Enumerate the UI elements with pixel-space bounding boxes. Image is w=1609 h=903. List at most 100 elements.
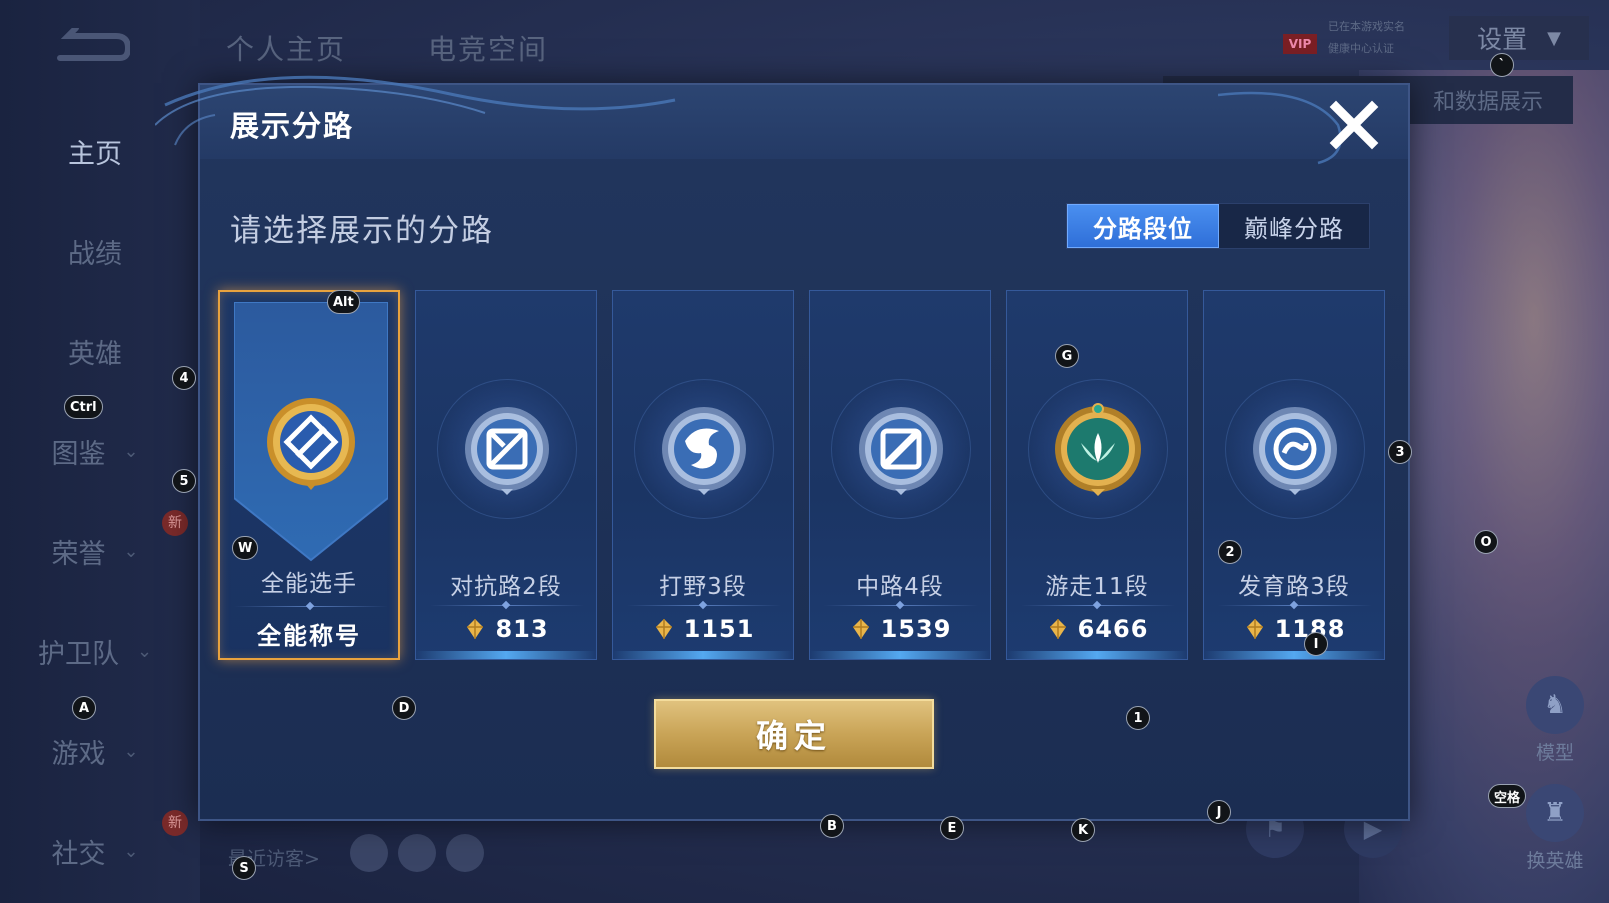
chevron-down-icon: ⌄: [123, 841, 139, 862]
lane-score: 1188: [1204, 615, 1384, 643]
key-hint: B: [820, 814, 844, 838]
tab-personal-home[interactable]: 个人主页: [226, 28, 346, 68]
sidebar-item-label: 荣誉: [51, 539, 106, 570]
lane-card-roam[interactable]: 游走11段 6466: [1006, 290, 1188, 660]
key-hint: 4: [172, 366, 196, 390]
model-label: 模型: [1535, 742, 1574, 764]
chevron-down-icon: ⌄: [136, 641, 153, 662]
lane-name: 游走11段: [1045, 574, 1149, 600]
close-icon[interactable]: [1328, 99, 1380, 151]
card-glow: [416, 651, 596, 659]
mid-lane-emblem-icon: [859, 407, 943, 495]
sidebar-item-label: 社交: [51, 839, 106, 870]
sidebar-item-label: 主页: [68, 139, 122, 170]
sidebar-item-label: 游戏: [51, 739, 106, 770]
lane-score: 1539: [810, 615, 990, 643]
jungle-emblem-icon: [662, 407, 746, 495]
key-hint: 2: [1218, 540, 1242, 564]
sidebar-item-honor[interactable]: 荣誉 ⌄: [0, 532, 190, 571]
key-hint: A: [72, 696, 96, 720]
lane-name: 全能选手: [261, 571, 357, 597]
sidebar-item-codex[interactable]: 图鉴 ⌄: [0, 432, 190, 471]
tab-peak-lane[interactable]: 巅峰分路: [1219, 204, 1369, 248]
model-icon: ♞: [1526, 676, 1584, 734]
card-divider: [1021, 605, 1175, 606]
key-hint: Ctrl: [64, 395, 103, 419]
card-divider: [824, 605, 978, 606]
settings-label: 设置: [1477, 25, 1528, 54]
dialog-header: 展示分路: [155, 75, 1408, 165]
key-hint: W: [232, 536, 259, 560]
lane-card-list: 全能选手 全能称号 对抗路2段 813 打野3段 1151 中路4段 1539 …: [218, 290, 1398, 660]
sidebar-item-social[interactable]: 社交 ⌄: [0, 832, 190, 871]
score-value: 813: [495, 615, 549, 643]
key-hint: 5: [172, 469, 196, 493]
lane-name: 打野3段: [659, 574, 747, 600]
score-value: 1151: [683, 615, 755, 643]
rank-points-icon: [467, 619, 484, 639]
card-glow: [1007, 651, 1187, 659]
lane-score: 1151: [613, 615, 793, 643]
sidebar-item-heroes[interactable]: 英雄: [0, 332, 190, 371]
visitor-avatar[interactable]: [446, 834, 484, 872]
sidebar-item-records[interactable]: 战绩: [0, 232, 190, 271]
lane-name: 对抗路2段: [450, 574, 562, 600]
lane-card-farm[interactable]: 发育路3段 1188: [1203, 290, 1385, 660]
key-hint: 1: [1126, 706, 1150, 730]
farm-lane-emblem-icon: [1253, 407, 1337, 495]
score-value: 6466: [1077, 615, 1149, 643]
vip-badge: VIP: [1283, 34, 1317, 54]
lane-name: 中路4段: [856, 574, 944, 600]
chevron-down-icon: ⌄: [123, 741, 139, 762]
tab-esports-space[interactable]: 电竞空间: [428, 28, 548, 68]
rank-points-icon: [655, 619, 672, 639]
lane-card-mid[interactable]: 中路4段 1539: [809, 290, 991, 660]
sidebar-item-label: 图鉴: [51, 439, 106, 470]
lane-card-all-round[interactable]: 全能选手 全能称号: [218, 290, 400, 660]
lane-card-jungle[interactable]: 打野3段 1151: [612, 290, 794, 660]
settings-button[interactable]: 设置 ▼: [1449, 16, 1589, 60]
vip-status: VIP 已在本游戏实名 健康中心认证: [1283, 14, 1433, 62]
roam-emblem-icon: [1055, 403, 1141, 496]
all-round-emblem-icon: [267, 398, 355, 490]
visitor-avatar[interactable]: [350, 834, 388, 872]
sidebar-item-label: 英雄: [68, 339, 122, 370]
sidebar-item-label: 战绩: [68, 239, 122, 270]
key-hint: S: [232, 856, 256, 880]
chevron-down-icon: ▼: [1547, 27, 1561, 49]
lane-score: 6466: [1007, 615, 1187, 643]
key-hint: 3: [1388, 440, 1412, 464]
dialog-title: 展示分路: [230, 109, 355, 143]
visitor-avatar[interactable]: [398, 834, 436, 872]
key-hint: 空格: [1488, 784, 1527, 808]
back-arrow-icon[interactable]: [50, 28, 130, 68]
confirm-button[interactable]: 确定: [654, 699, 934, 769]
key-hint: `: [1490, 53, 1514, 77]
sidebar-item-guard[interactable]: 护卫队 ⌄: [0, 632, 190, 671]
card-divider: [234, 606, 388, 607]
key-hint: J: [1207, 800, 1231, 824]
rank-points-icon: [852, 619, 869, 639]
model-button[interactable]: ♞ 模型: [1510, 676, 1600, 765]
lane-card-clash[interactable]: 对抗路2段 813: [415, 290, 597, 660]
key-hint: K: [1071, 818, 1095, 842]
lane-name: 发育路3段: [1238, 574, 1350, 600]
tab-lane-rank[interactable]: 分路段位: [1067, 204, 1219, 248]
selection-prompt: 请选择展示的分路: [230, 213, 494, 249]
health-status: 健康中心认证: [1328, 42, 1394, 55]
swap-hero-icon: ♜: [1526, 784, 1584, 842]
realname-status: 已在本游戏实名: [1328, 20, 1405, 33]
rank-points-icon: [1246, 619, 1263, 639]
card-divider: [430, 605, 584, 606]
card-glow: [810, 651, 990, 659]
key-hint: G: [1055, 344, 1079, 368]
all-round-title-label: 全能称号: [257, 622, 361, 650]
score-value: 1539: [880, 615, 952, 643]
sidebar-item-games[interactable]: 游戏 ⌄: [0, 732, 190, 771]
card-glow: [613, 651, 793, 659]
lane-score: 813: [416, 615, 596, 643]
key-hint: E: [940, 816, 964, 840]
data-display-label: 和数据展示: [1432, 90, 1543, 115]
card-glow: [1204, 651, 1384, 659]
new-badge: 新: [162, 510, 188, 536]
